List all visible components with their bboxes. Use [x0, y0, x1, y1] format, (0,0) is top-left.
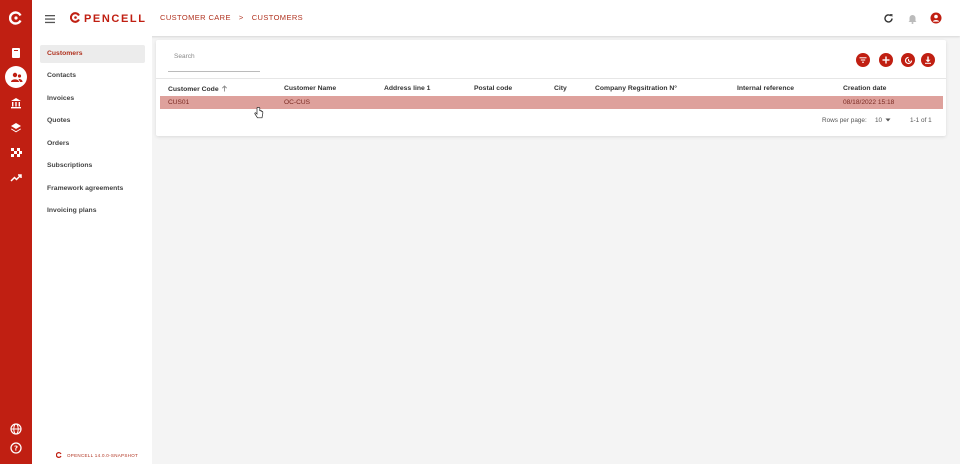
rows-per-page-select[interactable]: 10 [875, 117, 891, 124]
column-label: Customer Code [168, 86, 219, 93]
sidebar-item-framework-agreements[interactable]: Framework agreements [40, 180, 145, 198]
breadcrumb-separator: > [238, 13, 244, 22]
logo-text: PENCELL [84, 13, 147, 25]
logo-mark-icon [69, 10, 81, 28]
customers-icon[interactable] [5, 66, 27, 88]
version-text: OPENCELL 14.0.0-SNAPSHOT [67, 453, 139, 458]
sidebar: Customers Contacts Invoices Quotes Order… [32, 36, 152, 464]
download-icon[interactable] [921, 53, 935, 67]
bank-icon[interactable] [8, 95, 24, 111]
top-bar: PENCELL CUSTOMER CARE > CUSTOMERS [32, 0, 960, 36]
version-logo-icon [55, 452, 62, 459]
sidebar-item-customers[interactable]: Customers [40, 45, 145, 63]
rows-per-page-value: 10 [875, 117, 883, 124]
layers-icon[interactable] [8, 120, 24, 136]
app-logo[interactable]: PENCELL [69, 10, 147, 28]
breadcrumb-page: CUSTOMERS [251, 13, 304, 22]
cell-customer-code: CUS01 [168, 99, 190, 106]
hand-pointer-icon [254, 106, 264, 119]
table-header: Customer Code Customer Name Address line… [156, 78, 946, 95]
sidebar-item-quotes[interactable]: Quotes [40, 112, 145, 130]
logo-icon[interactable] [8, 10, 24, 26]
account-icon[interactable] [929, 11, 943, 25]
column-address-line-1[interactable]: Address line 1 [384, 85, 430, 92]
table-row[interactable]: CUS01 OC-CUS 08/18/2022 15:18 [160, 96, 943, 109]
sidebar-item-invoices[interactable]: Invoices [40, 90, 145, 108]
column-creation-date[interactable]: Creation date [843, 85, 886, 92]
breadcrumb: CUSTOMER CARE > CUSTOMERS [160, 13, 303, 22]
cell-creation-date: 08/18/2022 15:18 [843, 99, 895, 106]
column-company-registration[interactable]: Company Regsitration N° [595, 85, 677, 92]
book-icon[interactable] [8, 45, 24, 61]
cell-customer-name: OC-CUS [284, 99, 311, 106]
globe-icon[interactable] [8, 421, 24, 437]
caret-down-icon [885, 117, 891, 124]
checkered-icon[interactable] [8, 145, 24, 161]
version-footer: OPENCELL 14.0.0-SNAPSHOT [55, 452, 139, 459]
column-customer-code[interactable]: Customer Code [168, 85, 228, 94]
sort-ascending-icon[interactable] [221, 85, 228, 94]
help-icon[interactable]: ? [8, 440, 24, 456]
pagination-range: 1-1 of 1 [910, 117, 932, 124]
search-input[interactable]: Search [168, 50, 260, 72]
column-postal-code[interactable]: Postal code [474, 85, 512, 92]
filter-icon[interactable] [856, 53, 870, 67]
bell-icon[interactable] [905, 11, 919, 25]
column-city[interactable]: City [554, 85, 567, 92]
menu-icon[interactable] [44, 12, 56, 24]
rows-per-page-label: Rows per page: [822, 117, 867, 124]
customers-table-card: Search Customer Code Customer Name Addre… [156, 40, 946, 136]
column-internal-reference[interactable]: Internal reference [737, 85, 794, 92]
sidebar-item-subscriptions[interactable]: Subscriptions [40, 157, 145, 175]
app-rail: ? [0, 0, 32, 464]
sidebar-item-orders[interactable]: Orders [40, 135, 145, 153]
breadcrumb-section[interactable]: CUSTOMER CARE [160, 13, 231, 22]
sidebar-item-contacts[interactable]: Contacts [40, 67, 145, 85]
column-customer-name[interactable]: Customer Name [284, 85, 336, 92]
svg-text:?: ? [14, 445, 18, 453]
add-icon[interactable] [879, 53, 893, 67]
trending-icon[interactable] [8, 170, 24, 186]
history-icon[interactable] [901, 53, 915, 67]
sidebar-item-invoicing-plans[interactable]: Invoicing plans [40, 202, 145, 220]
refresh-icon[interactable] [881, 11, 895, 25]
